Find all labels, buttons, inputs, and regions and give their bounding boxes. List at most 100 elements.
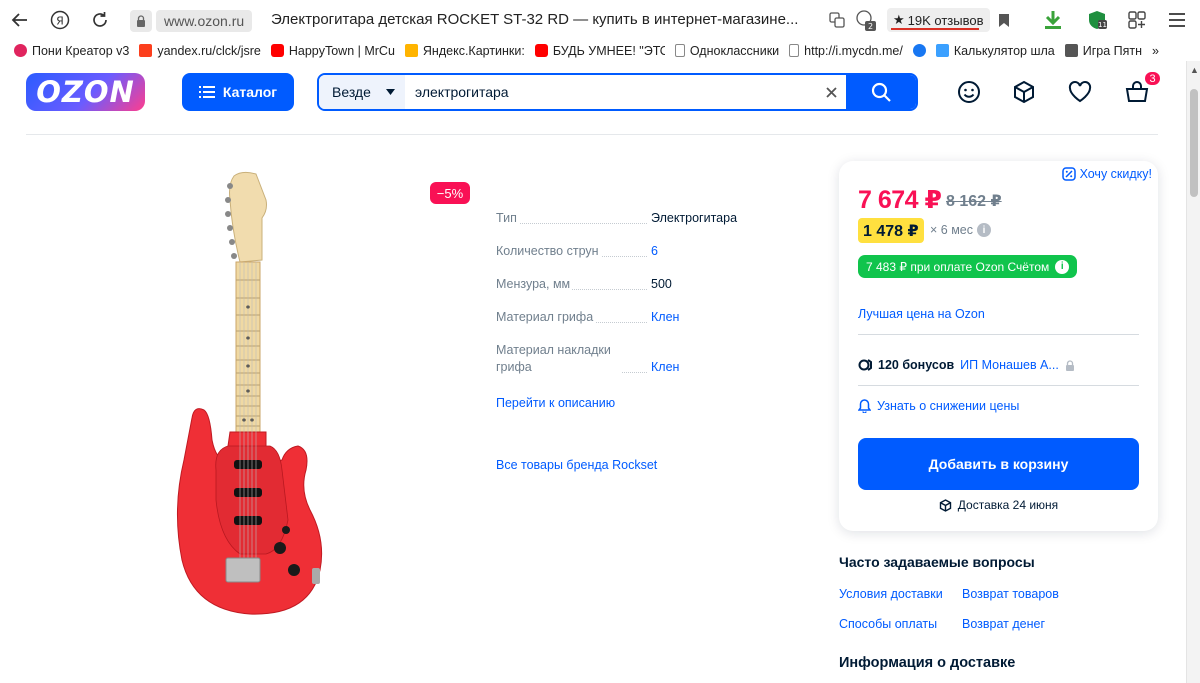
bookmark-2[interactable]: HappyTown | MrCu [270,43,395,58]
bookmark-icon[interactable] [993,8,1015,32]
reviews-underline [891,28,979,30]
lock-icon[interactable] [130,9,152,32]
faq-title: Часто задаваемые вопросы [839,554,1035,570]
spec-row: Материал грифа Клен [496,309,806,326]
bonus-label: 120 бонусов [878,358,955,372]
svg-text:11: 11 [1098,21,1107,29]
box-icon [1014,80,1034,104]
product-image-guitar[interactable] [170,170,330,630]
bookmark-label: Калькулятор шла [953,43,1055,58]
smile-icon [958,81,980,103]
search-scope-select[interactable]: Везде [319,75,405,109]
price-drop-link[interactable]: Узнать о снижении цены [858,399,1019,413]
url-domain[interactable]: www.ozon.ru [156,9,253,32]
download-icon[interactable] [1040,8,1066,32]
spec-value: Электрогитара [651,211,738,225]
bookmark-6[interactable]: http://i.mycdn.me/ [789,44,903,58]
clear-search-button[interactable] [816,75,846,109]
ozon-logo[interactable]: OZON [26,73,145,111]
faq-link-payment-methods[interactable]: Способы оплаты [839,617,937,631]
spec-name: Количество струн [496,244,601,258]
card-divider [858,334,1139,335]
delivery-label: Доставка 24 июня [957,498,1059,512]
brand-products-link[interactable]: Все товары бренда Rockset [496,458,657,472]
bookmark-label: HappyTown | MrCu [288,43,395,58]
orders-button[interactable] [1011,79,1037,105]
bookmark-label: БУДЬ УМНЕЕ! "ЭТО [552,43,665,58]
ozon-account-price[interactable]: 7 483 ₽ при оплате Ozon Счётом i [858,255,1078,278]
reload-icon [93,12,107,27]
bookmark-3[interactable]: Яндекс.Картинки: [404,44,525,58]
facebook-icon [912,44,926,57]
svg-text:Я: Я [56,15,64,28]
collections-icon[interactable] [1124,8,1150,32]
cart-button[interactable]: 3 [1124,70,1162,105]
bookmark-1[interactable]: yandex.ru/clck/jsre [139,44,261,58]
catalog-button[interactable]: Каталог [182,73,294,111]
site-header: OZON Каталог Везде 3 [0,61,1186,123]
bookmarks-overflow[interactable]: » [1152,44,1159,58]
catalog-label: Каталог [222,84,278,100]
scrollbar[interactable]: ▲ [1186,61,1200,683]
want-discount-link[interactable]: Хочу скидку! [1061,167,1152,181]
add-to-cart-button[interactable]: Добавить в корзину [858,438,1139,490]
page-icon [789,44,800,57]
bonus-row: 120 бонусов ИП Монашев А... [858,358,1075,372]
back-button[interactable] [0,0,40,40]
info-icon[interactable]: i [977,223,991,237]
spec-row: Материал накладки грифа Клен [496,342,806,376]
lock-icon [1065,359,1074,371]
bookmark-0[interactable]: Пони Креатор v3 [14,44,129,58]
bookmark-9[interactable]: Игра Пятн [1064,44,1142,58]
favorites-button[interactable] [1067,79,1093,105]
spec-name: Материал накладки грифа [496,342,621,376]
price-card: Хочу скидку! 7 674 ₽ 8 162 ₽ 1 478 ₽ × 6… [839,161,1158,531]
search-scope-label: Везде [332,84,371,100]
card-divider [858,385,1139,386]
ozon-account-label: 7 483 ₽ при оплате Ozon Счётом [866,259,1050,274]
bookmark-8[interactable]: Калькулятор шла [935,43,1055,58]
info-icon: i [1055,259,1070,274]
bonus-icon [858,359,872,371]
installment-price[interactable]: 1 478 ₽ [858,218,924,243]
scroll-up-icon[interactable]: ▲ [1190,65,1199,75]
best-price-link[interactable]: Лучшая цена на Ozon [858,307,985,321]
bookmarks-bar: Пони Креатор v3 yandex.ru/clck/jsre Happ… [0,40,1200,61]
bell-icon [858,399,871,413]
faq-link-refunds[interactable]: Возврат денег [962,617,1045,631]
search-button[interactable] [846,75,916,109]
profile-button[interactable] [956,79,982,105]
want-discount-label: Хочу скидку! [1079,167,1152,181]
spec-name: Материал грифа [496,310,596,324]
page-icon [674,44,685,57]
spec-row: Мензура, мм 500 [496,276,806,293]
bookmark-7[interactable] [912,44,926,57]
address-bar[interactable]: www.ozon.ru [130,8,253,33]
list-icon [198,86,215,98]
translate-icon[interactable] [826,8,848,32]
heart-icon [1068,81,1092,103]
spec-value-link[interactable]: 6 [651,243,658,260]
arrow-left-icon [11,13,27,27]
caret-down-icon [385,89,395,95]
spec-value-link[interactable]: Клен [651,309,679,326]
seller-link[interactable]: ИП Монашев А... [960,358,1059,372]
goto-description-link[interactable]: Перейти к описанию [496,396,615,410]
overflow-chevron-icon: » [1152,43,1159,58]
faq-link-returns[interactable]: Возврат товаров [962,587,1059,601]
menu-icon[interactable] [1164,8,1190,32]
spec-value-link[interactable]: Клен [651,359,679,376]
search-icon [871,82,891,102]
extensions-icon[interactable]: 2 [852,8,880,32]
scrollbar-thumb[interactable] [1190,89,1198,197]
bookmark-4[interactable]: БУДЬ УМНЕЕ! "ЭТО [534,43,665,58]
bookmark-label: Одноклассники [689,43,780,58]
reload-button[interactable] [80,0,120,40]
faq-link-delivery-terms[interactable]: Условия доставки [839,587,943,601]
bookmark-5[interactable]: Одноклассники [674,43,780,58]
yandex-home-button[interactable]: Я [40,0,80,40]
adblock-icon[interactable]: 11 [1084,8,1110,32]
current-price: 7 674 ₽ [858,186,942,214]
old-price: 8 162 ₽ [946,193,1002,210]
search-input[interactable] [405,75,816,109]
